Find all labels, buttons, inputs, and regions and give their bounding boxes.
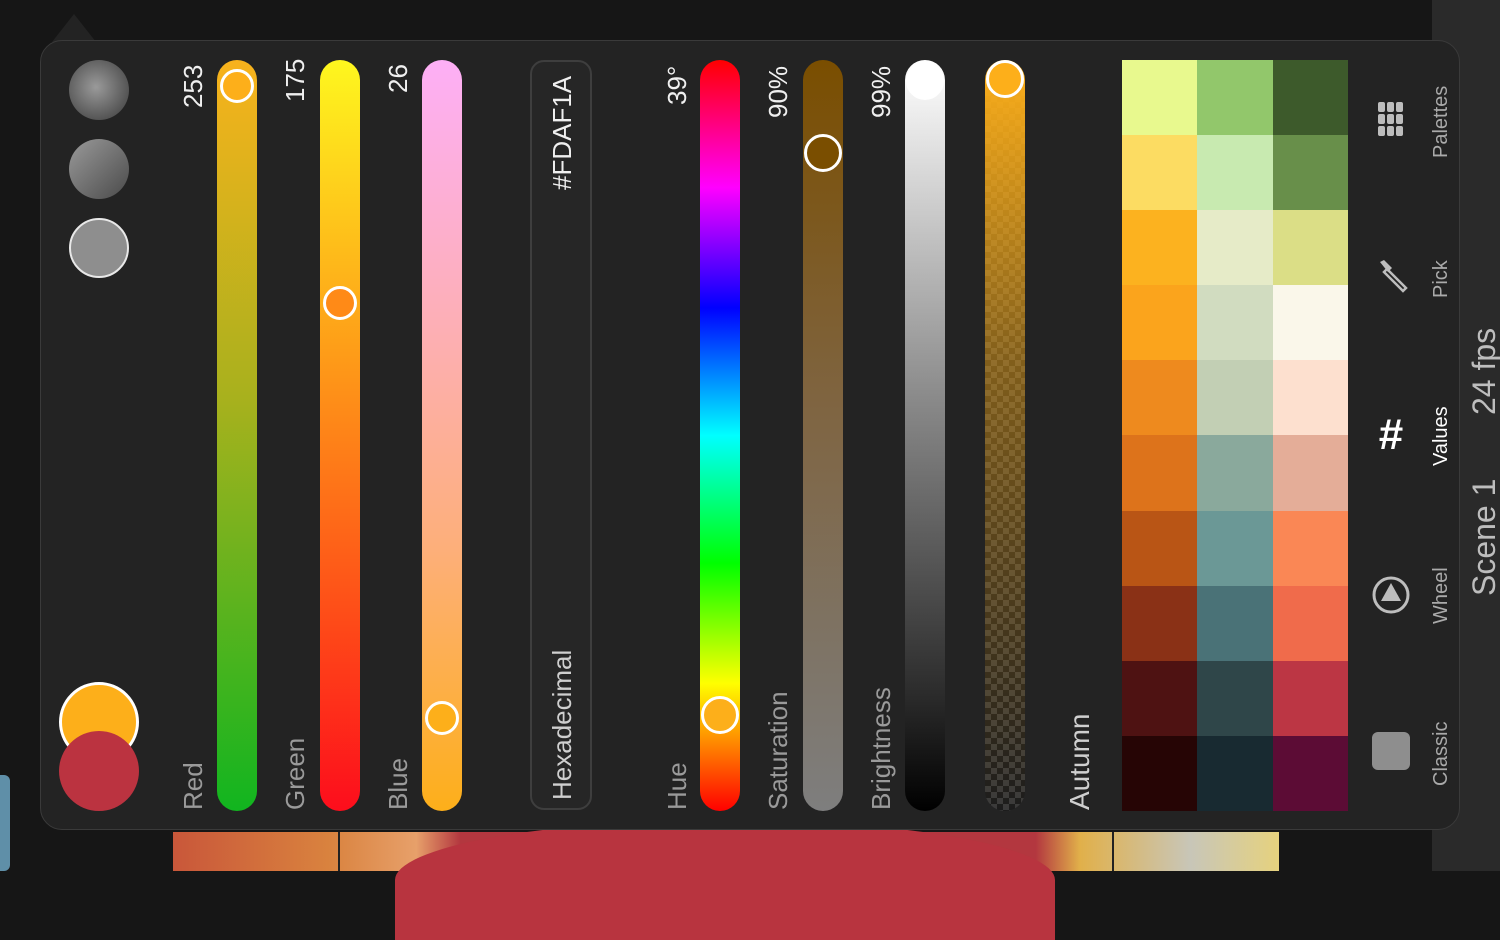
- left-edge-handle[interactable]: [0, 775, 10, 871]
- hash-icon[interactable]: #: [1368, 413, 1414, 457]
- scene-label: Scene 1: [1466, 478, 1500, 596]
- palette-swatch[interactable]: [1197, 585, 1273, 661]
- tab-wheel[interactable]: Wheel: [1430, 567, 1453, 624]
- palette-swatch[interactable]: [1122, 585, 1198, 661]
- brightness-slider-track[interactable]: [905, 60, 945, 811]
- wheel-icon[interactable]: [1370, 574, 1412, 616]
- opacity-slider-knob[interactable]: [986, 60, 1024, 98]
- palette-swatch[interactable]: [1122, 360, 1198, 436]
- blue-slider-track[interactable]: [422, 60, 462, 811]
- saturation-slider-track[interactable]: [803, 60, 843, 811]
- eyedropper-icon[interactable]: [1372, 256, 1412, 296]
- fps-label: 24 fps: [1466, 327, 1500, 415]
- palette-swatch[interactable]: [1122, 510, 1198, 586]
- blue-label: Blue: [383, 757, 413, 810]
- palette-swatch[interactable]: [1122, 735, 1198, 811]
- popover-arrow: [52, 14, 96, 42]
- canvas-shape: [395, 820, 1055, 940]
- palette-swatch-grid: [1122, 60, 1348, 811]
- saturation-label: Saturation: [763, 691, 793, 810]
- classic-square-icon[interactable]: [1372, 732, 1410, 770]
- green-value[interactable]: 175: [280, 59, 311, 102]
- hex-label: Hexadecimal: [547, 649, 577, 800]
- palette-swatch[interactable]: [1197, 135, 1273, 211]
- brightness-value[interactable]: 99%: [866, 66, 897, 118]
- palette-swatch[interactable]: [1272, 135, 1348, 211]
- brightness-slider-knob[interactable]: [906, 62, 944, 100]
- green-slider-track[interactable]: [320, 60, 360, 811]
- palette-swatch[interactable]: [1272, 510, 1348, 586]
- tab-pick[interactable]: Pick: [1430, 260, 1453, 298]
- palette-swatch[interactable]: [1122, 60, 1198, 136]
- palette-swatch[interactable]: [1197, 360, 1273, 436]
- palette-name: Autumn: [1064, 713, 1095, 811]
- palette-swatch[interactable]: [1272, 285, 1348, 361]
- secondary-color-swatch[interactable]: [59, 731, 139, 811]
- hue-slider-knob[interactable]: [701, 696, 739, 734]
- hue-label: Hue: [662, 762, 692, 810]
- brush-medium-preset[interactable]: [69, 139, 129, 199]
- palette-swatch[interactable]: [1197, 435, 1273, 511]
- saturation-slider-knob[interactable]: [804, 134, 842, 172]
- saturation-value[interactable]: 90%: [763, 66, 794, 118]
- red-slider-knob[interactable]: [220, 68, 254, 103]
- palette-swatch[interactable]: [1272, 360, 1348, 436]
- palette-swatch[interactable]: [1122, 285, 1198, 361]
- palette-swatch[interactable]: [1197, 285, 1273, 361]
- palette-swatch[interactable]: [1272, 735, 1348, 811]
- palettes-grid-icon[interactable]: [1376, 100, 1406, 140]
- palette-swatch[interactable]: [1197, 510, 1273, 586]
- palette-swatch[interactable]: [1122, 210, 1198, 286]
- tab-classic[interactable]: Classic: [1430, 722, 1453, 786]
- palette-swatch[interactable]: [1197, 60, 1273, 136]
- canvas-divider: [338, 832, 340, 871]
- brush-soft-preset[interactable]: [69, 60, 129, 120]
- brush-hard-preset[interactable]: [69, 218, 129, 278]
- palette-swatch[interactable]: [1197, 210, 1273, 286]
- palette-swatch[interactable]: [1122, 660, 1198, 736]
- green-label: Green: [280, 737, 310, 810]
- palette-swatch[interactable]: [1197, 735, 1273, 811]
- red-value[interactable]: 253: [178, 65, 209, 108]
- tab-values[interactable]: Values: [1430, 406, 1453, 466]
- canvas-divider: [1112, 832, 1114, 871]
- red-label: Red: [178, 762, 208, 810]
- palette-swatch[interactable]: [1272, 585, 1348, 661]
- palette-swatch[interactable]: [1122, 435, 1198, 511]
- brightness-label: Brightness: [866, 687, 896, 810]
- blue-value[interactable]: 26: [383, 64, 414, 93]
- palette-swatch[interactable]: [1122, 135, 1198, 211]
- opacity-slider-track[interactable]: [985, 60, 1025, 811]
- hue-value[interactable]: 39°: [662, 66, 693, 105]
- green-slider-knob[interactable]: [323, 286, 357, 321]
- palette-swatch[interactable]: [1272, 210, 1348, 286]
- palette-swatch[interactable]: [1272, 660, 1348, 736]
- palette-swatch[interactable]: [1272, 60, 1348, 136]
- palette-swatch[interactable]: [1197, 660, 1273, 736]
- hex-value[interactable]: #FDAF1A: [547, 76, 578, 190]
- red-slider-track[interactable]: [217, 60, 257, 811]
- tab-palettes[interactable]: Palettes: [1430, 86, 1453, 158]
- palette-swatch[interactable]: [1272, 435, 1348, 511]
